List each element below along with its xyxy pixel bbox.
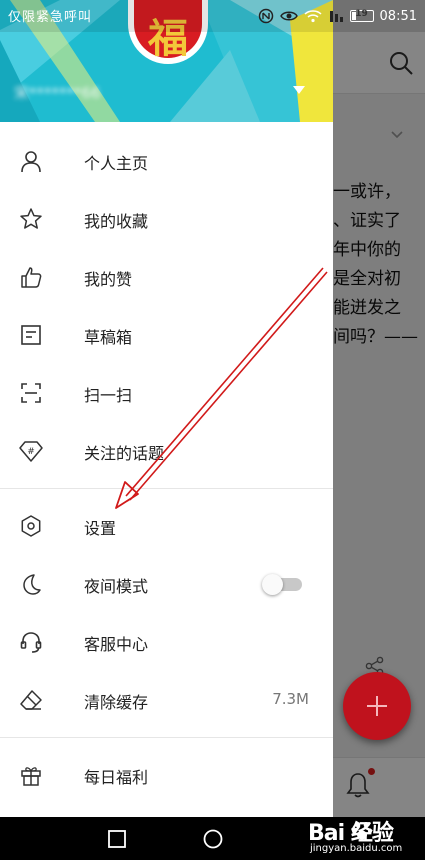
menu-item-profile[interactable]: 个人主页 [0,132,333,190]
headset-icon [18,629,44,655]
menu-item-label: 设置 [84,519,117,538]
drawer-menu: 个人主页 我的收藏 我的赞 草稿箱 扫一扫 # 关注的话题 设置 夜间模式 客服… [0,122,333,804]
menu-item-favorites[interactable]: 我的收藏 [0,190,333,248]
menu-item-label: 每日福利 [84,768,149,787]
menu-item-label: 个人主页 [84,154,149,173]
battery-icon: 19 [349,9,374,22]
menu-item-label: 夜间模式 [84,577,149,596]
menu-item-label: 草稿箱 [84,328,133,347]
gift-icon [18,762,44,788]
menu-group-secondary: 设置 夜间模式 客服中心 清除缓存 7.3M [0,489,333,729]
menu-item-daily-rewards[interactable]: 每日福利 [0,746,333,804]
plus-icon [367,696,387,716]
recents-button[interactable] [106,828,128,850]
svg-text:#: # [27,447,35,457]
home-button[interactable] [202,828,224,850]
carrier-text: 仅限紧急呼叫 [8,10,93,25]
clock: 08:51 [379,8,417,24]
thumbs-up-icon [18,264,44,290]
menu-item-drafts[interactable]: 草稿箱 [0,306,333,364]
navigation-drawer: 福 宋*******66 个人主页 我的收藏 我的赞 草稿箱 扫一扫 # 关注的… [0,0,333,817]
menu-item-label: 关注的话题 [84,444,165,463]
menu-item-scan[interactable]: 扫一扫 [0,364,333,422]
topic-icon: # [18,438,44,464]
dropdown-arrow-icon[interactable] [293,86,305,94]
toggle-knob [262,574,283,595]
baidu-jingyan-watermark: Bai 经验 jingyan.baidu.com [288,815,423,860]
eraser-icon [18,687,44,713]
battery-level: 19 [355,9,368,19]
menu-item-night-mode[interactable]: 夜间模式 [0,555,333,613]
settings-icon [18,513,44,539]
menu-group-tertiary: 每日福利 [0,738,333,804]
star-icon [18,206,44,232]
nfc-icon [258,8,273,24]
menu-item-label: 我的赞 [84,270,133,289]
menu-item-customer-service[interactable]: 客服中心 [0,613,333,671]
scan-icon [18,380,44,406]
username[interactable]: 宋*******66 [14,82,101,103]
menu-item-label: 我的收藏 [84,212,149,231]
menu-group-primary: 个人主页 我的收藏 我的赞 草稿箱 扫一扫 # 关注的话题 [0,132,333,480]
menu-item-likes[interactable]: 我的赞 [0,248,333,306]
wifi-icon [304,10,322,23]
draft-icon [18,322,44,348]
menu-item-label: 扫一扫 [84,386,133,405]
add-button[interactable] [343,672,411,740]
signal-icon [329,11,343,22]
menu-item-clear-cache[interactable]: 清除缓存 7.3M [0,671,333,729]
moon-icon [18,571,44,597]
eye-icon [279,11,298,21]
menu-item-settings[interactable]: 设置 [0,497,333,555]
menu-item-label: 客服中心 [84,635,149,654]
menu-item-label: 清除缓存 [84,693,149,712]
status-icons: 19 08:51 [258,5,417,27]
watermark-url: jingyan.baidu.com [310,843,403,854]
status-bar: 仅限紧急呼叫 19 08:51 [0,0,425,32]
person-icon [18,148,44,174]
night-mode-toggle[interactable] [262,574,302,595]
cache-size-value: 7.3M [272,690,309,708]
menu-item-topics[interactable]: # 关注的话题 [0,422,333,480]
